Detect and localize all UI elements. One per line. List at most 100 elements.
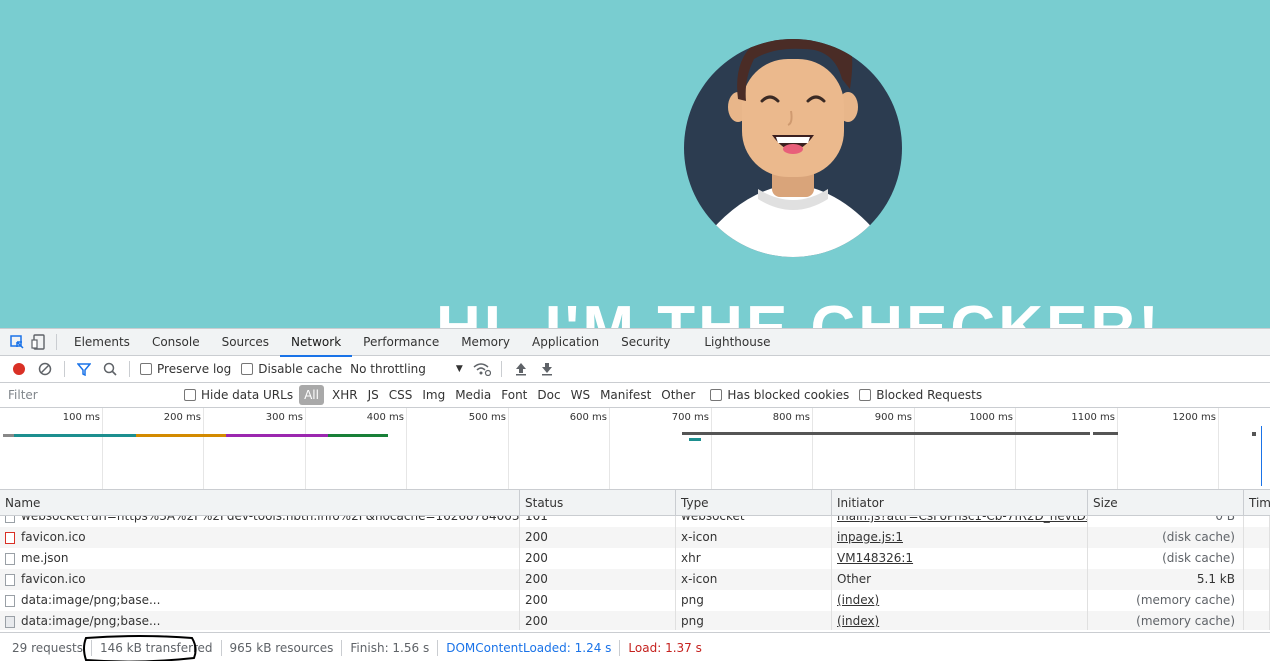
column-header-initiator[interactable]: Initiator	[832, 490, 1088, 515]
table-row[interactable]: favicon.ico 200 x-icon inpage.js:1 (disk…	[0, 527, 1270, 548]
finish-time: Finish: 1.56 s	[342, 639, 439, 656]
checkbox-box	[140, 363, 152, 375]
column-header-size[interactable]: Size	[1088, 490, 1244, 515]
initiator-link[interactable]: (index)	[832, 590, 1088, 611]
table-row[interactable]: data:image/png;base... 200 png (index) (…	[0, 611, 1270, 630]
inspect-element-icon[interactable]	[6, 331, 28, 353]
requests-count: 29 requests	[0, 639, 92, 656]
tick-label: 1000 ms	[969, 412, 1013, 423]
column-header-status[interactable]: Status	[520, 490, 676, 515]
table-row[interactable]: data:image/png;base... 200 png (index) (…	[0, 590, 1270, 611]
hand-drawn-annotation-outline	[83, 635, 197, 661]
type-filter-other[interactable]: Other	[656, 385, 700, 405]
tab-elements[interactable]: Elements	[63, 329, 141, 356]
status-cell: 101	[520, 516, 676, 527]
tab-performance[interactable]: Performance	[352, 329, 450, 356]
blocked-requests-label: Blocked Requests	[876, 388, 983, 402]
tab-lighthouse[interactable]: Lighthouse	[693, 329, 781, 356]
tab-security[interactable]: Security	[610, 329, 681, 356]
load-time: Load: 1.37 s	[628, 640, 702, 655]
gridline	[1015, 408, 1016, 489]
device-toolbar-icon[interactable]	[28, 331, 50, 353]
network-conditions-button[interactable]	[469, 357, 495, 381]
type-filter-media[interactable]: Media	[450, 385, 496, 405]
search-button[interactable]	[97, 357, 123, 381]
load-marker	[1261, 426, 1262, 486]
has-blocked-cookies-checkbox[interactable]: Has blocked cookies	[710, 388, 849, 402]
type-filter-img[interactable]: Img	[417, 385, 450, 405]
type-filter-css[interactable]: CSS	[384, 385, 418, 405]
initiator-link[interactable]: inpage.js:1	[832, 527, 1088, 548]
initiator-link[interactable]: main.js?attr=CsFoPnsc1-Cb-7fR2D_nevtDXZr…	[832, 516, 1088, 527]
tab-memory[interactable]: Memory	[450, 329, 521, 356]
name-cell: data:image/png;base...	[0, 590, 520, 611]
divider	[56, 334, 57, 350]
network-overview-timeline[interactable]: 100 ms 200 ms 300 ms 400 ms 500 ms 600 m…	[0, 408, 1270, 490]
network-toolbar: Preserve log Disable cache No throttling…	[0, 356, 1270, 383]
throttling-select[interactable]: No throttling ▼	[350, 362, 463, 376]
clear-button[interactable]	[32, 357, 58, 381]
preserve-log-checkbox[interactable]: Preserve log	[140, 362, 231, 376]
type-filter-ws[interactable]: WS	[566, 385, 595, 405]
type-filter-xhr[interactable]: XHR	[327, 385, 363, 405]
tab-sources[interactable]: Sources	[211, 329, 280, 356]
file-icon	[5, 594, 15, 607]
gridline	[812, 408, 813, 489]
table-row[interactable]: me.json 200 xhr VM148326:1 (disk cache)	[0, 548, 1270, 569]
blocked-requests-checkbox[interactable]: Blocked Requests	[859, 388, 982, 402]
column-header-type[interactable]: Type	[676, 490, 832, 515]
status-cell: 200	[520, 527, 676, 548]
tab-network[interactable]: Network	[280, 329, 353, 357]
dom-content-loaded-time: DOMContentLoaded: 1.24 s	[438, 639, 621, 656]
file-icon	[5, 573, 15, 586]
waterfall-bar	[14, 434, 136, 437]
import-har-button[interactable]	[508, 357, 534, 381]
export-har-button[interactable]	[534, 357, 560, 381]
throttling-value: No throttling	[350, 362, 426, 376]
disable-cache-checkbox[interactable]: Disable cache	[241, 362, 342, 376]
checkbox-box	[859, 389, 872, 401]
checkbox-box	[184, 389, 196, 401]
type-filter-font[interactable]: Font	[496, 385, 532, 405]
type-filter-manifest[interactable]: Manifest	[595, 385, 656, 405]
column-header-time[interactable]: Time	[1244, 490, 1270, 515]
type-filter-js[interactable]: JS	[363, 385, 384, 405]
file-icon	[5, 516, 15, 523]
gridline	[406, 408, 407, 489]
status-cell: 200	[520, 548, 676, 569]
hide-data-urls-checkbox[interactable]: Hide data URLs	[184, 388, 293, 402]
time-cell	[1244, 527, 1270, 548]
table-row[interactable]: favicon.ico 200 x-icon Other 5.1 kB	[0, 569, 1270, 590]
page-viewport: HI, I'M THE CHECKER!	[0, 0, 1270, 328]
status-cell: 200	[520, 569, 676, 590]
gridline	[305, 408, 306, 489]
filter-input[interactable]: Filter	[4, 385, 172, 405]
tab-application[interactable]: Application	[521, 329, 610, 356]
name-cell: favicon.ico	[0, 527, 520, 548]
record-icon	[13, 363, 25, 375]
waterfall-bar	[1252, 432, 1256, 436]
table-row[interactable]: websocket?url=https%3A%2F%2Fdev-tools.hb…	[0, 516, 1270, 527]
status-cell: 200	[520, 590, 676, 611]
type-filter-all[interactable]: All	[299, 385, 324, 405]
request-name: data:image/png;base...	[21, 614, 161, 628]
divider	[64, 361, 65, 377]
tick-label: 500 ms	[468, 412, 506, 423]
divider	[129, 361, 130, 377]
tick-label: 300 ms	[265, 412, 303, 423]
filter-toggle-button[interactable]	[71, 357, 97, 381]
clear-icon	[38, 362, 52, 376]
record-button[interactable]	[6, 357, 32, 381]
devtools-panel: Elements Console Sources Network Perform…	[0, 328, 1270, 661]
gridline	[102, 408, 103, 489]
error-file-icon	[5, 531, 15, 544]
tab-console[interactable]: Console	[141, 329, 211, 356]
column-header-name[interactable]: Name	[0, 490, 520, 515]
initiator-link[interactable]: VM148326:1	[832, 548, 1088, 569]
preserve-log-label: Preserve log	[157, 362, 232, 376]
time-cell	[1244, 569, 1270, 590]
initiator-link[interactable]: (index)	[832, 611, 1088, 630]
size-cell: (disk cache)	[1088, 548, 1244, 569]
disable-cache-label: Disable cache	[258, 362, 343, 376]
type-filter-doc[interactable]: Doc	[532, 385, 565, 405]
